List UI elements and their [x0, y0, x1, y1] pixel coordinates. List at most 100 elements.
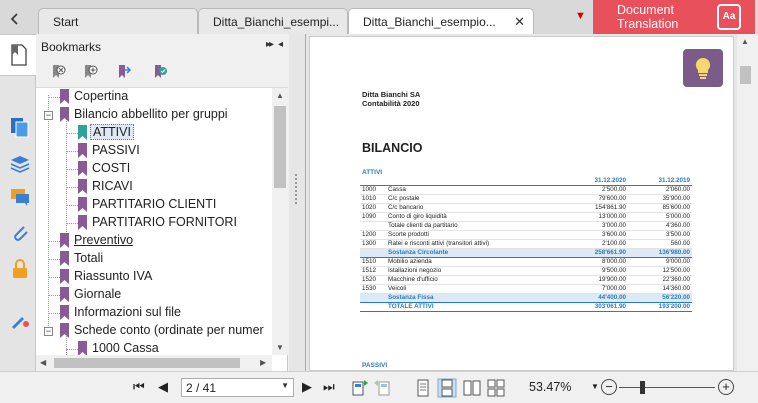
table-cell: 3'600.00 [564, 230, 628, 241]
table-cell: 1300 [360, 239, 386, 250]
scroll-left-icon[interactable]: ◀ [40, 358, 46, 367]
layers-icon[interactable] [9, 152, 31, 174]
move-bookmark-icon[interactable] [116, 64, 132, 80]
close-tab-icon[interactable]: ✕ [514, 14, 525, 30]
collapse-node-icon[interactable]: − [44, 327, 53, 336]
attachments-icon[interactable] [9, 222, 31, 244]
signature-icon[interactable] [9, 308, 31, 330]
scrollbar-thumb[interactable] [54, 358, 240, 368]
panel-splitter[interactable] [289, 34, 305, 371]
page-number-value: 2 / 41 [186, 381, 217, 395]
previous-page-icon[interactable]: ◀ [158, 379, 168, 395]
table-row: 1000 Cassa 2'500.00 2'060.00 [360, 185, 692, 196]
document-translation-button[interactable]: Document Translation Aa [593, 0, 755, 34]
table-cell: 1520 [360, 275, 386, 286]
lightbulb-icon [695, 57, 711, 79]
previous-view-icon[interactable] [350, 378, 370, 398]
scroll-right-icon[interactable]: ▶ [260, 358, 266, 367]
table-cell: 303'061.90 [564, 302, 628, 313]
next-page-icon[interactable]: ▶ [302, 379, 312, 395]
next-view-icon[interactable] [373, 378, 393, 398]
first-page-icon[interactable]: ⏮ [133, 379, 145, 395]
splitter-grip[interactable] [295, 174, 299, 204]
pages-icon[interactable] [9, 116, 31, 138]
bookmark-label: Schede conto (ordinate per numer [74, 323, 264, 337]
page-number-input[interactable]: 2 / 41 ▼ [181, 378, 294, 397]
scrollbar-thumb[interactable] [274, 106, 286, 188]
document-heading: BILANCIO [362, 141, 423, 155]
translation-icon: Aa [717, 4, 741, 30]
table-cell: 85'600.00 [628, 203, 692, 214]
table-cell: 44'400.00 [564, 293, 628, 304]
bookmark-properties-icon[interactable] [152, 64, 168, 80]
bookmark-label: COSTI [92, 161, 131, 175]
table-cell: 136'980.00 [628, 248, 692, 259]
last-page-icon[interactable]: ⏭ [323, 379, 335, 395]
tab-document-2[interactable]: Ditta_Bianchi_esempio... ✕ [348, 8, 534, 34]
bookmarks-vertical-scrollbar[interactable]: ▲ ▼ [272, 88, 288, 355]
collapse-node-icon[interactable]: − [44, 111, 53, 120]
table-cell [360, 293, 386, 304]
tab-label: Ditta_Bianchi_esempi... [213, 15, 340, 29]
tab-scroll-left-icon[interactable] [6, 10, 24, 28]
zoom-out-button[interactable]: − [601, 379, 617, 395]
document-view[interactable]: Ditta Bianchi SA Contabilità 2020 BILANC… [305, 34, 753, 371]
bookmarks-icon [11, 44, 27, 66]
table-row: 1512 Istallazioni negozio 9'500.00 12'500.0… [360, 266, 692, 277]
bookmarks-panel-button[interactable] [0, 34, 36, 76]
tab-start[interactable]: Start [38, 8, 198, 34]
table-cell: 1200 [360, 230, 386, 241]
table-row: 1200 Scorte prodotti 3'600.00 3'500.00 [360, 230, 692, 241]
section-heading: PASSIVI [362, 362, 388, 369]
scroll-up-icon[interactable]: ▲ [276, 91, 284, 100]
table-cell: 8'000.00 [564, 257, 628, 268]
zoom-slider[interactable] [619, 387, 715, 388]
hide-panel-icon[interactable]: ◂ [278, 39, 283, 50]
lightbulb-button[interactable] [683, 49, 723, 87]
continuous-facing-view-icon[interactable] [486, 378, 506, 398]
table-cell: Scorte prodotti [386, 230, 564, 241]
scroll-up-icon[interactable]: ▲ [741, 37, 749, 46]
bookmarks-panel: Bookmarks ▸▸ ◂ Copertina − Bilancio abbe… [36, 34, 288, 371]
bookmark-icon [78, 161, 87, 176]
zoom-in-button[interactable]: + [718, 379, 734, 395]
table-cell: 1530 [360, 284, 386, 295]
comments-icon[interactable] [9, 186, 31, 208]
zoom-slider-handle[interactable] [640, 381, 646, 394]
facing-view-icon[interactable] [462, 378, 482, 398]
bookmarks-toolbar [36, 58, 288, 88]
table-cell: 56'220.00 [628, 293, 692, 304]
bookmarks-horizontal-scrollbar[interactable]: ◀ ▶ [36, 355, 272, 371]
tabs-dropdown-icon[interactable]: ▼ [575, 10, 586, 22]
table-cell: 9'000.00 [628, 257, 692, 268]
tab-document-1[interactable]: Ditta_Bianchi_esempi... [198, 8, 348, 34]
bookmark-label: Preventivo [74, 233, 134, 247]
bookmark-label: PARTITARIO CLIENTI [92, 197, 217, 211]
table-cell: 7'000.00 [564, 284, 628, 295]
scroll-down-icon[interactable]: ▼ [276, 343, 284, 352]
delete-bookmark-icon[interactable] [50, 64, 66, 80]
side-panel-strip [0, 34, 36, 371]
security-icon[interactable] [9, 258, 31, 280]
bookmark-label: Riassunto IVA [74, 269, 153, 283]
document-vertical-scrollbar[interactable]: ▲ [737, 34, 753, 371]
table-cell: Mobilio azienda [386, 257, 564, 268]
bookmark-label: ATTIVI [90, 124, 134, 140]
add-bookmark-icon[interactable] [82, 64, 98, 80]
table-cell [360, 302, 386, 313]
bookmark-icon [78, 179, 87, 194]
bookmark-label: PASSIVI [92, 143, 140, 157]
zoom-dropdown-icon[interactable]: ▼ [591, 382, 599, 391]
table-cell: TOTALE ATTIVI [386, 302, 564, 313]
page-dropdown-icon[interactable]: ▼ [281, 381, 289, 390]
single-page-view-icon[interactable] [413, 378, 433, 398]
table-cell: 1512 [360, 266, 386, 277]
continuous-view-icon[interactable] [437, 378, 457, 398]
table-cell: 1000 [360, 185, 386, 196]
table-cell: Istallazioni negozio [386, 266, 564, 277]
table-cell: 79'600.00 [564, 194, 628, 205]
scrollbar-thumb[interactable] [740, 66, 751, 84]
document-header: Ditta Bianchi SA Contabilità 2020 [362, 90, 420, 108]
collapse-panel-icon[interactable]: ▸▸ [266, 39, 274, 50]
zoom-level[interactable]: 53.47% [529, 380, 571, 394]
